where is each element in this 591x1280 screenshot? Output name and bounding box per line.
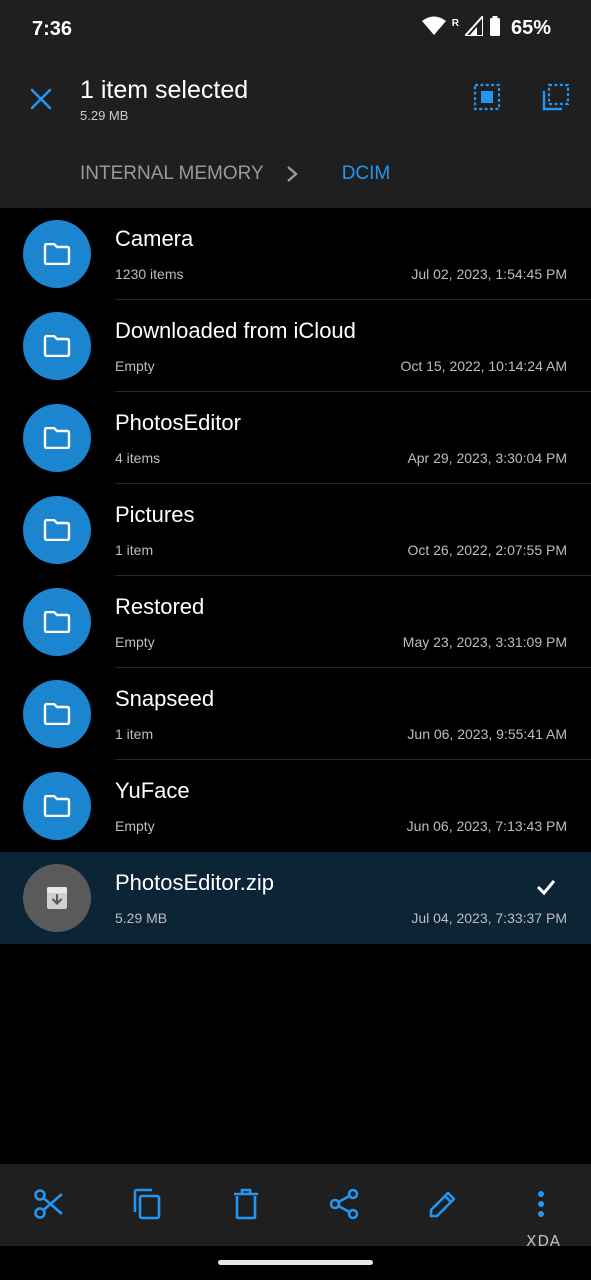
file-name: Downloaded from iCloud [115, 318, 356, 343]
list-item[interactable]: Restored Empty May 23, 2023, 3:31:09 PM [0, 576, 591, 668]
list-item[interactable]: PhotosEditor 4 items Apr 29, 2023, 3:30:… [0, 392, 591, 484]
copy-button[interactable] [127, 1186, 167, 1226]
wifi-icon [421, 16, 446, 41]
list-item[interactable]: YuFace Empty Jun 06, 2023, 7:13:43 PM [0, 760, 591, 852]
breadcrumb: INTERNAL MEMORY DCIM [80, 156, 591, 192]
folder-icon [23, 680, 91, 748]
file-date: Jun 06, 2023, 7:13:43 PM [406, 818, 567, 834]
list-item[interactable]: Pictures 1 item Oct 26, 2022, 2:07:55 PM [0, 484, 591, 576]
file-date: Oct 15, 2022, 10:14:24 AM [400, 358, 567, 374]
rename-button[interactable] [423, 1186, 463, 1226]
bottom-action-bar [0, 1164, 591, 1246]
file-meta: 4 items [115, 450, 161, 466]
cut-icon [33, 1188, 65, 1225]
folder-icon [23, 220, 91, 288]
close-selection-button[interactable] [24, 84, 58, 118]
select-range-icon [541, 82, 571, 117]
delete-button[interactable] [226, 1186, 266, 1226]
archive-icon [23, 864, 91, 932]
file-name: PhotosEditor [115, 410, 241, 435]
roaming-indicator: R [451, 18, 459, 29]
file-meta: 1230 items [115, 266, 184, 282]
file-meta: Empty [115, 358, 155, 374]
file-name: PhotosEditor.zip [115, 870, 274, 895]
delete-icon [231, 1188, 261, 1225]
file-date: May 23, 2023, 3:31:09 PM [402, 634, 567, 650]
list-item[interactable]: Downloaded from iCloud Empty Oct 15, 202… [0, 300, 591, 392]
list-item[interactable]: Camera 1230 items Jul 02, 2023, 1:54:45 … [0, 208, 591, 300]
list-item-selected[interactable]: PhotosEditor.zip 5.29 MB Jul 04, 2023, 7… [0, 852, 591, 944]
file-name: Snapseed [115, 686, 215, 711]
status-bar: 7:36 R 65% [0, 0, 591, 58]
battery-percent: 65% [510, 17, 551, 39]
file-meta: 1 item [115, 726, 154, 742]
rename-icon [427, 1188, 459, 1225]
file-meta: Empty [115, 818, 155, 834]
file-meta: 1 item [115, 542, 154, 558]
file-name: Camera [115, 226, 194, 251]
selection-count-title: 1 item selected [80, 76, 249, 104]
list-item[interactable]: Snapseed 1 item Jun 06, 2023, 9:55:41 AM [0, 668, 591, 760]
file-meta: Empty [115, 634, 155, 650]
more-options-button[interactable] [521, 1186, 561, 1226]
select-all-icon [472, 82, 502, 117]
folder-icon [23, 496, 91, 564]
file-date: Jul 02, 2023, 1:54:45 PM [411, 266, 567, 282]
select-range-button[interactable] [539, 82, 573, 116]
file-name: YuFace [115, 778, 190, 803]
file-date: Jul 04, 2023, 7:33:37 PM [411, 910, 567, 926]
checkmark-icon[interactable] [535, 876, 557, 898]
battery-icon [489, 16, 501, 41]
cut-button[interactable] [29, 1186, 69, 1226]
xda-watermark: XDA [526, 1232, 561, 1250]
file-name: Restored [115, 594, 205, 619]
selection-app-bar: 1 item selected 5.29 MB INTERNAL MEMORY … [0, 58, 591, 208]
file-list: Camera 1230 items Jul 02, 2023, 1:54:45 … [0, 208, 591, 944]
file-date: Jun 06, 2023, 9:55:41 AM [407, 726, 567, 742]
file-name: Pictures [115, 502, 195, 527]
more-icon [537, 1190, 545, 1223]
select-all-button[interactable] [470, 82, 504, 116]
breadcrumb-dcim[interactable]: DCIM [342, 163, 391, 185]
close-icon [30, 88, 52, 115]
folder-icon [23, 312, 91, 380]
folder-icon [23, 588, 91, 656]
gesture-handle[interactable] [218, 1260, 373, 1265]
share-icon [328, 1188, 360, 1225]
file-date: Apr 29, 2023, 3:30:04 PM [407, 450, 567, 466]
chevron-right-icon [286, 165, 298, 183]
status-time: 7:36 [32, 18, 73, 40]
signal-icon [462, 13, 484, 41]
folder-icon [23, 772, 91, 840]
share-button[interactable] [324, 1186, 364, 1226]
folder-icon [23, 404, 91, 472]
file-meta: 5.29 MB [115, 910, 168, 926]
file-date: Oct 26, 2022, 2:07:55 PM [407, 542, 567, 558]
status-icons: R 65% [421, 13, 551, 41]
navigation-bar: XDA [0, 1232, 591, 1280]
breadcrumb-internal-memory[interactable]: INTERNAL MEMORY [80, 163, 264, 185]
selection-size: 5.29 MB [80, 108, 129, 123]
copy-icon [131, 1188, 163, 1225]
